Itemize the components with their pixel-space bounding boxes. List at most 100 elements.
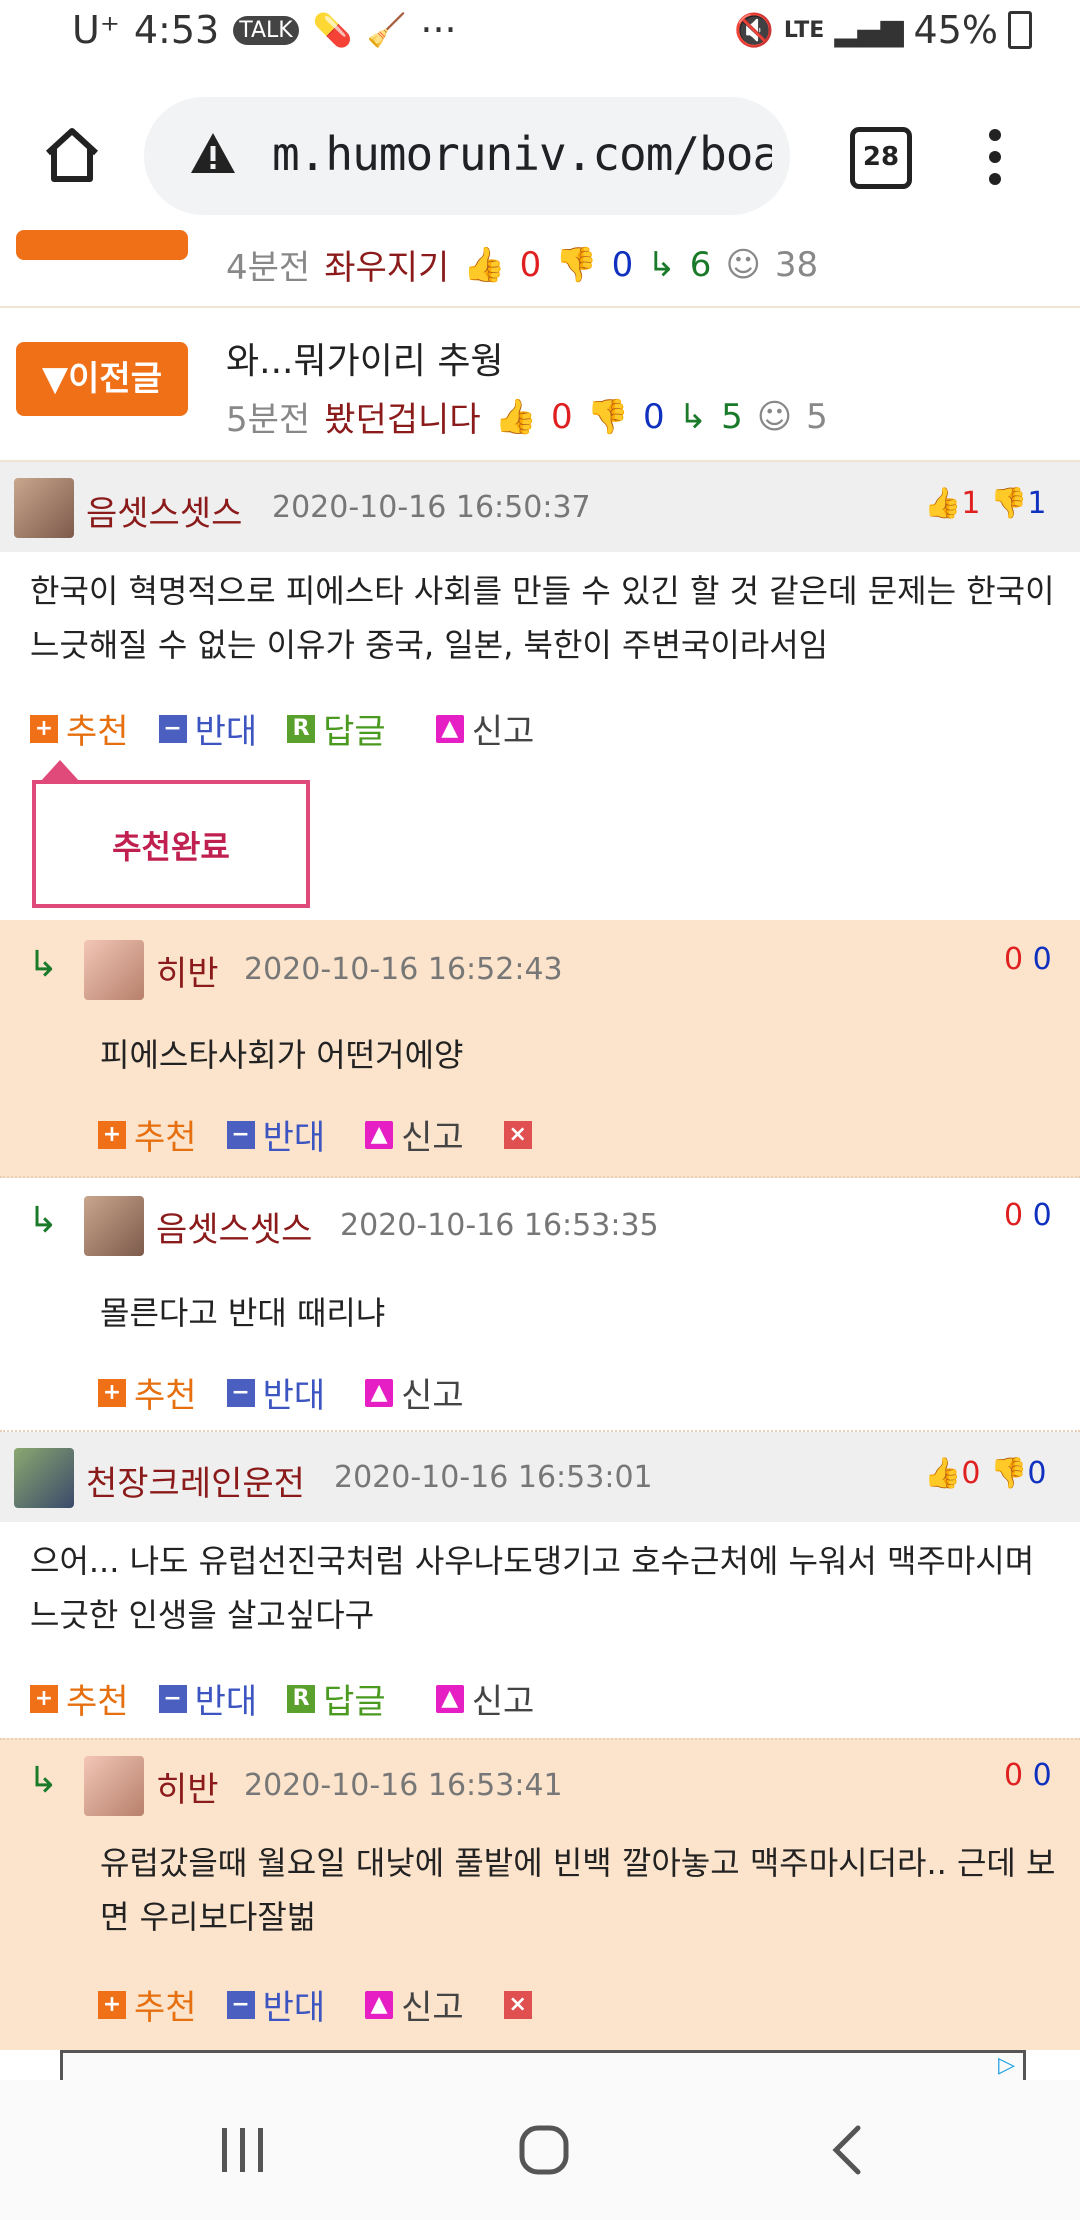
ad-banner[interactable]: ▷ <box>60 2050 1026 2083</box>
avatar[interactable] <box>84 940 144 1000</box>
recommend-button[interactable]: + 추천 <box>98 1368 197 1417</box>
reply-actions: + 추천 − 반대 ▲ 신고 × <box>98 1110 562 1159</box>
report-label: 신고 <box>471 1682 535 1722</box>
reply-arrow-icon: ↳ <box>647 244 676 285</box>
siren-icon: ▲ <box>365 1990 394 2019</box>
reply-date: 2020-10-16 16:53:41 <box>244 1768 563 1803</box>
plus-icon: + <box>98 1120 126 1149</box>
comment-actions: + 추천 − 반대 R 답글 ▲ 신고 <box>30 1674 564 1723</box>
prev-post-button[interactable]: ▼이전글 <box>16 342 188 416</box>
recommend-button[interactable]: + 추천 <box>30 704 129 753</box>
reply-count: 6 <box>689 244 712 285</box>
oppose-button[interactable]: − 반대 <box>226 1368 326 1417</box>
reply-text: 피에스타사회가 어떤거에양 <box>100 1036 464 1074</box>
reply-author[interactable]: 히반 <box>156 1762 219 1811</box>
home-nav-icon[interactable] <box>516 2122 572 2178</box>
post-meta: 4분전 좌우지기 👍 0 👎 0 ↳ 6 ☺ 38 <box>226 240 818 289</box>
siren-icon: ▲ <box>435 714 464 743</box>
reply-label: 답글 <box>323 1682 386 1722</box>
mute-icon: 🔇 <box>734 11 774 49</box>
battery-icon <box>1008 11 1032 49</box>
minus-icon: − <box>226 1990 255 2019</box>
prev-post-row[interactable]: ▼이전글 와...뭐가이리 추웡 5분전 봤던겁니다 👍 0 👎 0 ↳ 5 ☺ 5 <box>0 308 1080 462</box>
delete-button[interactable]: × <box>503 1990 532 2019</box>
reply-button[interactable]: R 답글 <box>287 704 386 753</box>
recommend-button[interactable]: + 추천 <box>30 1674 129 1723</box>
thumbs-down-icon: 👎 <box>990 486 1028 521</box>
recommend-label: 추천 <box>66 712 129 752</box>
reply-actions: + 추천 − 반대 ▲ 신고 × <box>98 1980 562 2029</box>
report-label: 신고 <box>401 1376 464 1416</box>
thumbs-down-icon: 👎 <box>555 244 598 285</box>
comment-votes: 👍0 👎0 <box>924 1456 1046 1491</box>
comment-date: 2020-10-16 16:50:37 <box>272 490 591 525</box>
recommend-button[interactable]: + 추천 <box>98 1980 197 2029</box>
thumbs-down-icon: 👎 <box>990 1456 1028 1491</box>
reply-arrow-icon: ↳ <box>678 396 708 437</box>
delete-button[interactable]: × <box>503 1120 532 1149</box>
minus-icon: − <box>158 714 187 743</box>
avatar[interactable] <box>84 1196 144 1256</box>
up-count: 0 <box>550 396 573 437</box>
report-label: 신고 <box>471 712 535 752</box>
next-post-button[interactable] <box>16 230 188 260</box>
recommend-button[interactable]: + 추천 <box>98 1110 197 1159</box>
reply-button[interactable]: R 답글 <box>287 1674 386 1723</box>
url-text[interactable]: m.humoruniv.com/boarc <box>272 127 772 181</box>
reply-item: ↳ 히반 2020-10-16 16:53:41 0 0 유럽갔을때 월요일 대… <box>0 1738 1080 2050</box>
report-button[interactable]: ▲ 신고 <box>435 1674 535 1723</box>
avatar[interactable] <box>84 1756 144 1816</box>
oppose-label: 반대 <box>262 1988 326 2028</box>
close-icon: × <box>503 1120 532 1149</box>
post-author: 봤던겁니다 <box>324 400 481 440</box>
avatar[interactable] <box>14 1448 74 1508</box>
post-meta: 5분전 봤던겁니다 👍 0 👎 0 ↳ 5 ☺ 5 <box>226 392 828 441</box>
down-count: 0 <box>1032 942 1052 977</box>
reply-text: 몰른다고 반대 때리냐 <box>100 1294 386 1332</box>
overflow-menu-icon[interactable] <box>980 125 1010 189</box>
oppose-button[interactable]: − 반대 <box>226 1110 325 1159</box>
back-icon[interactable] <box>828 2124 868 2176</box>
report-button[interactable]: ▲ 신고 <box>365 1110 464 1159</box>
url-bar[interactable]: m.humoruniv.com/boarc <box>144 97 790 215</box>
reply-actions: + 추천 − 반대 ▲ 신고 <box>98 1368 494 1417</box>
reply-author[interactable]: 음셋스셋스 <box>156 1202 312 1251</box>
talk-icon: TALK <box>233 15 299 45</box>
oppose-button[interactable]: − 반대 <box>158 1674 258 1723</box>
home-icon[interactable] <box>40 123 104 187</box>
recommend-label: 추천 <box>134 1118 197 1158</box>
report-button[interactable]: ▲ 신고 <box>435 704 535 753</box>
comment-author[interactable]: 천장크레인운전 <box>86 1456 305 1505</box>
toast-text: 추천완료 <box>112 828 230 866</box>
oppose-label: 반대 <box>194 1682 258 1722</box>
warning-icon[interactable] <box>188 129 238 179</box>
up-count: 0 <box>519 244 542 285</box>
up-count: 0 <box>961 1456 981 1491</box>
down-count: 1 <box>1027 486 1047 521</box>
status-right: 🔇 LTE ▂▄▆ 45% <box>734 8 1032 52</box>
post-title[interactable]: 와...뭐가이리 추웡 <box>226 332 504 384</box>
report-button[interactable]: ▲ 신고 <box>365 1368 464 1417</box>
tab-switcher-button[interactable]: 28 <box>850 127 912 189</box>
up-count: 1 <box>961 486 981 521</box>
reply-arrow-icon: ↳ <box>28 1200 59 1241</box>
oppose-button[interactable]: − 반대 <box>158 704 257 753</box>
recommend-label: 추천 <box>66 1682 129 1722</box>
recent-apps-icon[interactable] <box>218 2124 268 2176</box>
oppose-button[interactable]: − 반대 <box>226 1980 326 2029</box>
oppose-label: 반대 <box>262 1376 326 1416</box>
ad-choices-icon[interactable]: ▷ <box>998 2053 1015 2078</box>
battery-label: 45% <box>913 8 998 52</box>
reply-author[interactable]: 히반 <box>156 946 219 995</box>
plus-icon: + <box>30 1684 58 1713</box>
next-post-row[interactable]: 4분전 좌우지기 👍 0 👎 0 ↳ 6 ☺ 38 <box>0 230 1080 308</box>
reply-item: ↳ 히반 2020-10-16 16:52:43 0 0 피에스타사회가 어떤거… <box>0 920 1080 1178</box>
post-time: 4분전 <box>226 248 311 288</box>
down-count: 0 <box>611 244 634 285</box>
reply-count: 5 <box>721 396 743 437</box>
report-label: 신고 <box>401 1118 464 1158</box>
recommend-label: 추천 <box>134 1376 197 1416</box>
report-button[interactable]: ▲ 신고 <box>365 1980 464 2029</box>
avatar[interactable] <box>14 478 74 538</box>
comment-author[interactable]: 음셋스셋스 <box>86 486 242 535</box>
